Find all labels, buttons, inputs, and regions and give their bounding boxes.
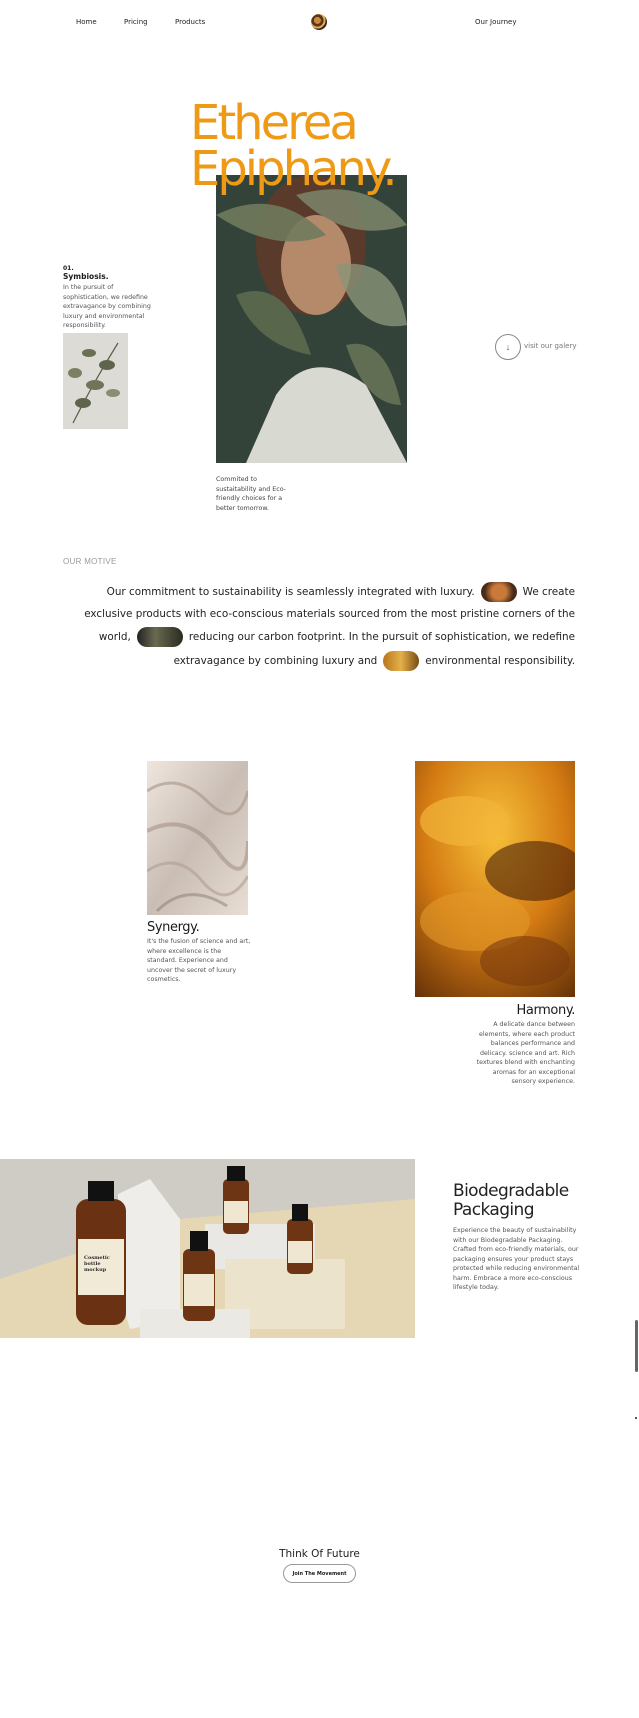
- eucalyptus-art: [63, 333, 128, 429]
- synergy-title: Synergy.: [147, 920, 200, 935]
- product-title-line1: Biodegradable: [453, 1181, 569, 1201]
- product-art: [0, 1159, 415, 1338]
- nav-pricing[interactable]: Pricing: [124, 18, 148, 26]
- hero-title: Etherea Epiphany.: [190, 95, 398, 197]
- cta-title: Think Of Future: [279, 1548, 360, 1560]
- biodegradable-packaging-image: Cosmetic bottle mockup: [0, 1159, 415, 1338]
- brand-logo[interactable]: [311, 14, 327, 30]
- motive-line-1: Our commitment to sustainability is seam…: [107, 582, 575, 602]
- motive-text: world,: [98, 631, 131, 643]
- scrollbar-thumb[interactable]: [635, 1320, 638, 1372]
- hero-portrait-art: [216, 175, 407, 463]
- harmony-art: [415, 761, 575, 997]
- product-title-line2: Packaging: [453, 1200, 535, 1220]
- motive-line-3: world, reducing our carbon footprint. In…: [99, 627, 575, 647]
- synergy-text: It's the fusion of science and art, wher…: [147, 938, 251, 983]
- motive-line-2: exclusive products with eco-conscious ma…: [84, 608, 575, 620]
- nav-products[interactable]: Products: [175, 18, 205, 26]
- section-description: In the pursuit of sophistication, we red…: [63, 284, 151, 329]
- section-number: 01.: [63, 265, 74, 272]
- motive-label: OUR MOTIVE: [63, 557, 117, 566]
- hero-title-line1: Etherea: [190, 95, 359, 151]
- visit-gallery-link[interactable]: visit our galery: [524, 342, 576, 350]
- motive-text: reducing our carbon footprint. In the pu…: [188, 631, 575, 643]
- section-subtitle: Symbiosis.: [63, 272, 109, 281]
- join-movement-button[interactable]: Join The Movement: [283, 1564, 356, 1583]
- synergy-art: [147, 761, 248, 915]
- motive-text: exclusive products with eco-conscious ma…: [84, 608, 575, 620]
- motive-text: extravagance by combining luxury and: [173, 655, 378, 667]
- hero-title-line2: Epiphany.: [190, 141, 398, 197]
- nav-our-journey[interactable]: Our Journey: [475, 18, 516, 26]
- visit-gallery-button[interactable]: ↓: [495, 334, 521, 360]
- harmony-title: Harmony.: [516, 1003, 576, 1018]
- hero-portrait-image: [216, 175, 407, 463]
- product-title: Biodegradable Packaging: [453, 1182, 569, 1220]
- motive-text: environmental responsibility.: [425, 655, 575, 667]
- motive-line-4: extravagance by combining luxury and env…: [174, 651, 575, 671]
- eucalyptus-thumbnail-image[interactable]: [63, 333, 128, 429]
- hero-caption: Commited to sustaitability and Eco-frien…: [216, 476, 286, 512]
- harmony-clouds-image: [415, 761, 575, 997]
- motive-pill-image: [480, 582, 517, 602]
- product-description: Experience the beauty of sustainability …: [453, 1227, 580, 1291]
- motive-text: We create: [522, 586, 575, 598]
- harmony-text: A delicate dance between elements, where…: [476, 1021, 575, 1085]
- motive-pill-image: [136, 627, 183, 647]
- nav-home[interactable]: Home: [76, 18, 97, 26]
- motive-pill-image: [383, 651, 420, 671]
- arrow-down-icon: ↓: [505, 342, 511, 352]
- synergy-texture-image: [147, 761, 248, 915]
- motive-text: Our commitment to sustainability is seam…: [106, 586, 475, 598]
- scroll-indicator-dot: [635, 1417, 637, 1419]
- bottle-label: Cosmetic bottle mockup: [84, 1255, 110, 1273]
